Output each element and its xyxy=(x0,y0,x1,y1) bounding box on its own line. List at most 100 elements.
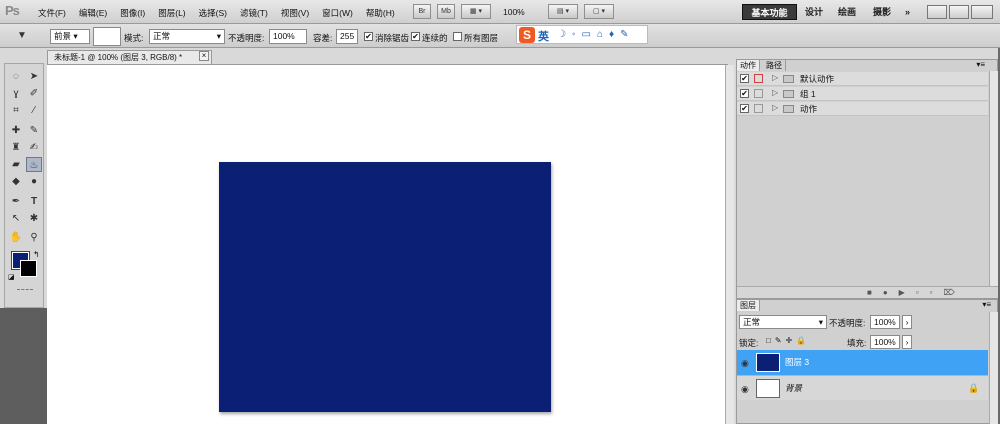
swap-colors-icon[interactable]: ↰ xyxy=(33,250,40,259)
shape-tool-icon[interactable]: ✱ xyxy=(26,211,42,226)
ime-language-toggle[interactable]: 英 xyxy=(538,28,549,44)
menu-view[interactable]: 视图(V) xyxy=(281,7,309,19)
menu-filter[interactable]: 滤镜(T) xyxy=(240,7,268,19)
clone-stamp-tool-icon[interactable]: ♜ xyxy=(8,140,24,155)
fill-source-select[interactable]: 前景 ▾ xyxy=(50,29,90,44)
fill-input[interactable]: 100% xyxy=(870,335,900,349)
layers-panel: 图层 ▾≡ 正常 ▾ 不透明度: 100% › 锁定: □✎✛🔒 填充: 100%… xyxy=(736,299,998,424)
all-layers-checkbox[interactable] xyxy=(453,32,462,41)
dialog-toggle-icon[interactable] xyxy=(754,89,763,98)
hand-tool-icon[interactable]: ✋ xyxy=(8,230,24,245)
workspace-essentials[interactable]: 基本功能 xyxy=(742,4,797,20)
fill-slider-arrow[interactable]: › xyxy=(902,335,912,349)
expand-triangle-icon[interactable]: ▷ xyxy=(772,73,778,82)
lock-option-icons[interactable]: □✎✛🔒 xyxy=(766,336,810,345)
panel-menu-icon[interactable]: ▾≡ xyxy=(976,60,985,69)
visibility-eye-icon[interactable]: ◉ xyxy=(741,358,749,369)
move-tool-icon[interactable]: ➤ xyxy=(26,69,42,84)
tab-actions[interactable]: 动作 xyxy=(737,60,760,71)
workspace-painting[interactable]: 绘画 xyxy=(838,4,856,20)
document-tab[interactable]: 未标题-1 @ 100% (图层 3, RGB/8) * xyxy=(47,50,212,64)
mode-select[interactable]: 正常 ▾ xyxy=(149,29,225,44)
contiguous-checkbox[interactable]: ✔ xyxy=(411,32,420,41)
menu-edit[interactable]: 编辑(E) xyxy=(79,7,107,19)
healing-brush-tool-icon[interactable]: ✚ xyxy=(8,123,24,138)
close-tab-icon[interactable]: × xyxy=(199,51,209,61)
tolerance-input[interactable]: 255 xyxy=(336,29,358,44)
layer-opacity-input[interactable]: 100% xyxy=(870,315,900,329)
pattern-picker[interactable] xyxy=(93,27,121,46)
path-select-tool-icon[interactable]: ↖ xyxy=(8,211,24,226)
action-set-row[interactable]: ✔ ▷ 动作 xyxy=(737,102,988,116)
zoom-tool-icon[interactable]: ⚲ xyxy=(26,230,42,245)
close-window-button[interactable] xyxy=(971,5,993,19)
expand-triangle-icon[interactable]: ▷ xyxy=(772,103,778,112)
folder-icon xyxy=(783,90,794,98)
action-toggle-checkbox[interactable]: ✔ xyxy=(740,74,749,83)
opacity-slider-arrow[interactable]: › xyxy=(902,315,912,329)
paint-bucket-tool-icon[interactable]: ♨ xyxy=(26,157,42,172)
layer-row[interactable]: ◉ 背景 🔒 xyxy=(737,375,988,400)
brush-tool-icon[interactable]: ✎ xyxy=(26,123,42,138)
tab-layers[interactable]: 图层 xyxy=(737,300,760,311)
actions-scrollbar[interactable] xyxy=(989,71,998,286)
bridge-button[interactable]: Br xyxy=(413,4,431,19)
ime-tool-icons[interactable]: ☽◦▭⌂♦✎ xyxy=(557,29,634,40)
pen-tool-icon[interactable]: ✒ xyxy=(8,194,24,209)
layer-row-selected[interactable]: ◉ 图层 3 xyxy=(737,350,988,375)
menu-image[interactable]: 图像(I) xyxy=(120,7,145,19)
view-extras-button[interactable]: ▦ ▾ xyxy=(461,4,491,19)
quick-select-tool-icon[interactable]: ✐ xyxy=(26,86,42,101)
crop-tool-icon[interactable]: ⌗ xyxy=(8,103,24,118)
layers-scrollbar[interactable] xyxy=(989,312,998,424)
zoom-level[interactable]: 100% xyxy=(503,7,525,17)
menu-select[interactable]: 选择(S) xyxy=(199,7,227,19)
screen-mode-button[interactable]: ▢ ▾ xyxy=(584,4,614,19)
blend-mode-value: 正常 xyxy=(743,317,761,327)
paint-bucket-icon[interactable]: ▼ xyxy=(14,28,30,43)
action-toggle-checkbox[interactable]: ✔ xyxy=(740,89,749,98)
dodge-tool-icon[interactable]: ● xyxy=(26,174,42,189)
marquee-tool-icon[interactable]: ◌ xyxy=(8,69,24,84)
eyedropper-tool-icon[interactable]: ⁄ xyxy=(26,103,42,118)
menu-window[interactable]: 窗口(W) xyxy=(322,7,353,19)
dialog-toggle-icon[interactable] xyxy=(754,74,763,83)
vertical-scrollbar[interactable] xyxy=(725,65,734,424)
document-canvas[interactable] xyxy=(219,162,551,412)
menu-help[interactable]: 帮助(H) xyxy=(366,7,395,19)
restore-button[interactable] xyxy=(949,5,969,19)
folder-icon xyxy=(783,75,794,83)
workspace-design[interactable]: 设计 xyxy=(805,4,823,20)
panel-menu-icon[interactable]: ▾≡ xyxy=(982,300,991,309)
history-brush-tool-icon[interactable]: ✍ xyxy=(26,140,42,155)
blur-tool-icon[interactable]: ◆ xyxy=(8,174,24,189)
tab-paths[interactable]: 路径 xyxy=(763,60,786,71)
layer-name[interactable]: 图层 3 xyxy=(785,356,809,368)
background-color-swatch[interactable] xyxy=(20,260,37,277)
workspace-photography[interactable]: 摄影 xyxy=(873,4,891,20)
dialog-toggle-icon[interactable] xyxy=(754,104,763,113)
arrange-documents-button[interactable]: ▤ ▾ xyxy=(548,4,578,19)
action-control-icons[interactable]: ■●▶▫▫⌦ xyxy=(867,288,966,297)
menu-layer[interactable]: 图层(L) xyxy=(158,7,185,19)
mini-bridge-button[interactable]: Mb xyxy=(437,4,455,19)
visibility-eye-icon[interactable]: ◉ xyxy=(741,384,749,395)
type-tool-icon[interactable]: T xyxy=(26,194,42,209)
menu-file[interactable]: 文件(F) xyxy=(38,7,66,19)
layer-name[interactable]: 背景 xyxy=(785,382,802,394)
antialias-checkbox[interactable]: ✔ xyxy=(364,32,373,41)
workspace-more[interactable]: » xyxy=(905,4,910,20)
action-toggle-checkbox[interactable]: ✔ xyxy=(740,104,749,113)
action-set-row[interactable]: ✔ ▷ 默认动作 xyxy=(737,72,988,86)
ime-logo-icon[interactable]: S xyxy=(519,27,535,43)
opacity-input[interactable]: 100% xyxy=(269,29,307,44)
layer-thumbnail xyxy=(756,353,780,372)
minimize-button[interactable] xyxy=(927,5,947,19)
expand-triangle-icon[interactable]: ▷ xyxy=(772,88,778,97)
eraser-tool-icon[interactable]: ▰ xyxy=(8,157,24,172)
blend-mode-select[interactable]: 正常 ▾ xyxy=(739,315,827,329)
quick-mask-icon[interactable] xyxy=(17,289,33,290)
lasso-tool-icon[interactable]: ɣ xyxy=(8,86,24,101)
default-colors-icon[interactable]: ◪ xyxy=(8,273,15,281)
action-set-row[interactable]: ✔ ▷ 组 1 xyxy=(737,87,988,101)
